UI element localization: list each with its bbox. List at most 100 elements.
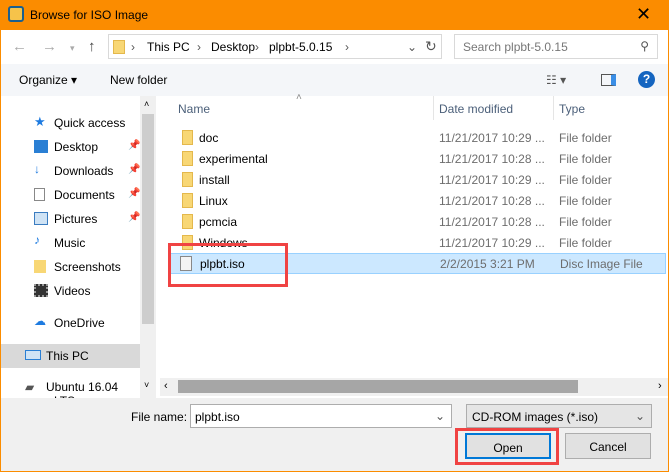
up-icon[interactable]: ↑ bbox=[88, 38, 96, 55]
desktop-icon bbox=[34, 140, 48, 153]
sidebar-item-label: OneDrive bbox=[54, 316, 105, 330]
sidebar-item-label: Documents bbox=[54, 188, 115, 202]
search-placeholder: Search plpbt-5.0.15 bbox=[463, 40, 568, 54]
star-icon: ★ bbox=[34, 114, 46, 129]
file-type: Disc Image File bbox=[560, 257, 643, 271]
file-name: doc bbox=[199, 131, 219, 145]
scroll-left-icon[interactable]: ‹ bbox=[164, 380, 168, 392]
refresh-icon[interactable]: ↻ bbox=[425, 38, 437, 55]
back-icon[interactable]: ← bbox=[12, 38, 27, 55]
column-divider bbox=[553, 96, 554, 120]
toolbar: Organize ▾ New folder ☷ ▾ ? bbox=[1, 64, 668, 96]
file-date: 11/21/2017 10:29 ... bbox=[439, 131, 545, 145]
search-icon: ⚲ bbox=[640, 39, 649, 53]
sidebar-item-this-pc[interactable]: This PC bbox=[1, 344, 141, 368]
new-folder-button[interactable]: New folder bbox=[110, 73, 167, 87]
preview-pane-icon[interactable] bbox=[601, 74, 616, 86]
file-type: File folder bbox=[559, 131, 612, 145]
title-bar: Browse for ISO Image ✕ bbox=[0, 0, 669, 30]
file-name-value: plpbt.iso bbox=[195, 410, 240, 424]
address-bar[interactable]: › This PC › Desktop › plpbt-5.0.15 › ⌄ ↻ bbox=[108, 34, 442, 59]
scroll-down-icon[interactable]: ˅ bbox=[144, 380, 149, 390]
download-icon: ↓ bbox=[34, 162, 40, 176]
horizontal-scroll-thumb[interactable] bbox=[178, 380, 578, 393]
sidebar-item-label: Quick access bbox=[54, 116, 126, 130]
address-dropdown-icon[interactable]: ⌄ bbox=[407, 40, 417, 54]
scroll-up-icon[interactable]: ˄ bbox=[144, 99, 149, 109]
navigation-pane: ★ Quick access Desktop 📌 ↓ Downloads 📌 Docum… bbox=[1, 96, 155, 408]
pin-icon: 📌 bbox=[128, 188, 141, 199]
folder-icon bbox=[182, 172, 193, 187]
file-type: File folder bbox=[559, 236, 612, 250]
column-header-name[interactable]: Name bbox=[178, 102, 210, 116]
file-date: 11/21/2017 10:28 ... bbox=[439, 215, 545, 229]
highlight-box-file bbox=[168, 243, 288, 287]
sidebar-item-pictures[interactable]: Pictures 📌 bbox=[1, 208, 141, 230]
sidebar-item-downloads[interactable]: ↓ Downloads 📌 bbox=[1, 160, 141, 182]
close-icon[interactable]: ✕ bbox=[636, 4, 651, 25]
chevron-down-icon[interactable]: ⌄ bbox=[435, 409, 445, 423]
documents-icon bbox=[34, 188, 45, 201]
folder-icon bbox=[34, 260, 46, 273]
column-divider bbox=[433, 96, 434, 120]
file-type-value: CD-ROM images (*.iso) bbox=[472, 410, 599, 424]
file-row[interactable]: experimental 11/21/2017 10:28 ... File fol… bbox=[170, 148, 666, 169]
folder-icon bbox=[113, 40, 125, 54]
search-input[interactable]: Search plpbt-5.0.15 ⚲ bbox=[454, 34, 658, 59]
sidebar-item-documents[interactable]: Documents 📌 bbox=[1, 184, 141, 206]
column-header-date[interactable]: Date modified bbox=[439, 102, 513, 116]
file-row[interactable]: Linux 11/21/2017 10:28 ... File folder bbox=[170, 190, 666, 211]
file-type: File folder bbox=[559, 152, 612, 166]
file-name: pcmcia bbox=[199, 215, 238, 229]
cancel-button[interactable]: Cancel bbox=[565, 433, 651, 459]
folder-icon bbox=[182, 193, 193, 208]
file-name-input[interactable]: plpbt.iso ⌄ bbox=[190, 404, 452, 428]
sidebar-item-label: Music bbox=[54, 236, 86, 250]
videos-icon bbox=[34, 284, 48, 297]
file-type: File folder bbox=[559, 173, 612, 187]
usb-drive-icon: ▰ bbox=[25, 380, 35, 394]
forward-icon[interactable]: → bbox=[42, 38, 57, 55]
file-type-select[interactable]: CD-ROM images (*.iso) ⌄ bbox=[466, 404, 652, 428]
app-icon bbox=[8, 6, 24, 22]
sidebar-item-label: Screenshots bbox=[54, 260, 121, 274]
sidebar-item-onedrive[interactable]: ☁ OneDrive bbox=[1, 312, 141, 334]
sidebar-item-videos[interactable]: Videos bbox=[1, 280, 141, 302]
sidebar-item-label: This PC bbox=[46, 349, 89, 363]
file-name: experimental bbox=[199, 152, 268, 166]
sidebar-item-music[interactable]: ♪ Music bbox=[1, 232, 141, 254]
sidebar-item-screenshots[interactable]: Screenshots bbox=[1, 256, 141, 278]
file-name: Linux bbox=[199, 194, 228, 208]
file-type: File folder bbox=[559, 194, 612, 208]
sidebar-scroll-thumb[interactable] bbox=[142, 114, 154, 324]
scroll-right-icon[interactable]: › bbox=[658, 380, 662, 392]
file-type: File folder bbox=[559, 215, 612, 229]
pin-icon: 📌 bbox=[128, 164, 141, 175]
folder-icon bbox=[182, 151, 193, 166]
footer-panel: File name: plpbt.iso ⌄ CD-ROM images (*.i… bbox=[1, 398, 668, 471]
music-icon: ♪ bbox=[34, 233, 40, 247]
file-date: 11/21/2017 10:29 ... bbox=[439, 236, 545, 250]
file-row[interactable]: doc 11/21/2017 10:29 ... File folder bbox=[170, 127, 666, 148]
computer-icon bbox=[25, 350, 41, 360]
breadcrumb-folder[interactable]: plpbt-5.0.15 bbox=[269, 40, 332, 54]
organize-button[interactable]: Organize ▾ bbox=[19, 73, 77, 87]
sidebar-item-ubuntu-drive[interactable]: ▰Ubuntu 16.04 LTS bbox=[1, 376, 141, 408]
file-date: 11/21/2017 10:28 ... bbox=[439, 152, 545, 166]
file-row[interactable]: install 11/21/2017 10:29 ... File folder bbox=[170, 169, 666, 190]
column-header-type[interactable]: Type bbox=[559, 102, 585, 116]
window-title: Browse for ISO Image bbox=[30, 8, 149, 22]
cloud-icon: ☁ bbox=[34, 314, 46, 328]
pin-icon: 📌 bbox=[128, 212, 141, 223]
help-icon[interactable]: ? bbox=[638, 71, 655, 88]
folder-icon bbox=[182, 214, 193, 229]
breadcrumb-desktop[interactable]: Desktop bbox=[211, 40, 255, 54]
sidebar-item-label: Downloads bbox=[54, 164, 114, 178]
breadcrumb-this-pc[interactable]: This PC bbox=[147, 40, 190, 54]
sidebar-item-quick-access[interactable]: ★ Quick access bbox=[1, 112, 141, 134]
file-row[interactable]: pcmcia 11/21/2017 10:28 ... File folder bbox=[170, 211, 666, 232]
sidebar-item-label: Desktop bbox=[54, 140, 99, 154]
recent-dropdown-icon[interactable]: ▾ bbox=[70, 43, 75, 54]
sidebar-item-desktop[interactable]: Desktop 📌 bbox=[1, 136, 141, 158]
view-options-icon[interactable]: ☷ ▾ bbox=[546, 73, 566, 87]
